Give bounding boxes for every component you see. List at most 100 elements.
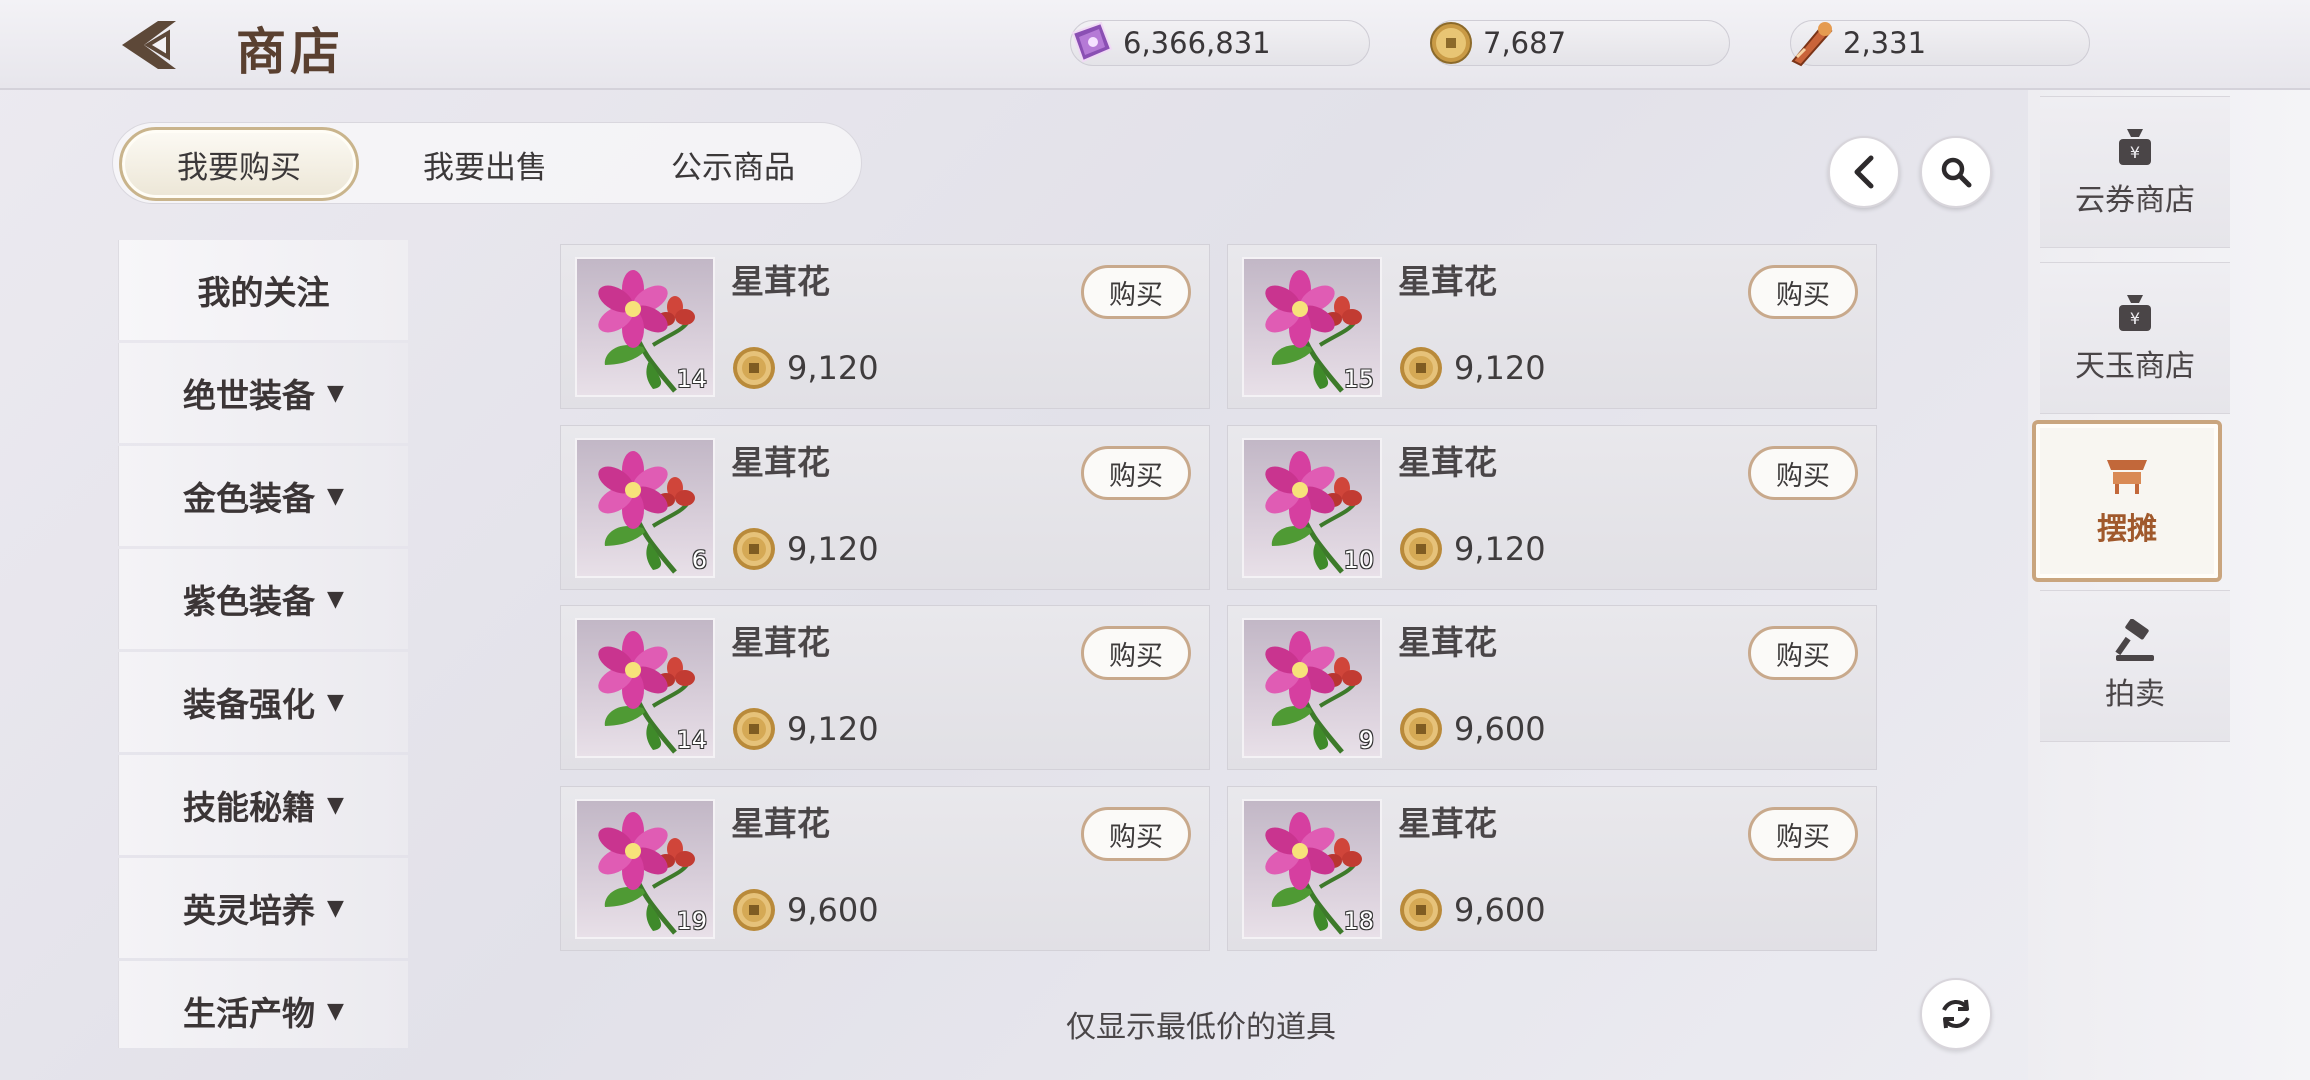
coin-icon [1400, 708, 1442, 750]
item-price: 9,120 [1398, 526, 1546, 572]
buy-button[interactable]: 购买 [1748, 265, 1858, 319]
gavel-icon [2115, 619, 2154, 661]
price-value: 9,120 [787, 710, 879, 748]
price-value: 9,120 [1454, 530, 1546, 568]
coin-icon [1400, 528, 1442, 570]
refresh-button[interactable] [1920, 978, 1992, 1050]
coin-icon [1400, 347, 1442, 389]
tab-bar: 我要购买 我要出售 公示商品 [112, 122, 862, 204]
price-value: 9,600 [787, 891, 879, 929]
chevron-down-icon: ▼ [327, 483, 344, 509]
item-quantity: 14 [676, 726, 707, 754]
item-card[interactable]: 14 星茸花 购买 9,120 [560, 244, 1210, 409]
item-name: 星茸花 [731, 262, 830, 301]
item-quantity: 14 [676, 365, 707, 393]
category-label: 装备强化 [183, 685, 316, 724]
price-value: 9,120 [1454, 349, 1546, 387]
back-arrow-icon [122, 21, 176, 69]
side-nav-stall[interactable]: 摆摊 [2032, 420, 2222, 582]
category-item[interactable]: 紫色装备 ▼ [118, 549, 408, 649]
chevron-left-icon [1854, 155, 1874, 189]
item-price: 9,600 [1398, 887, 1546, 933]
buy-button[interactable]: 购买 [1081, 446, 1191, 500]
currency-jade: 2,331 [1790, 20, 2090, 67]
item-card[interactable]: 14 星茸花 购买 9,120 [560, 605, 1210, 770]
item-name: 星茸花 [731, 443, 830, 482]
buy-button[interactable]: 购买 [1748, 626, 1858, 680]
page-title: 商店 [236, 22, 344, 81]
chevron-down-icon: ▼ [327, 689, 344, 715]
jade-icon [1783, 15, 1839, 71]
category-list: 我的关注 绝世装备 ▼ 金色装备 ▼ 紫色装备 ▼ 装备强化 ▼ 技能秘籍 ▼ … [118, 240, 408, 1048]
item-card[interactable]: 18 星茸花 购买 9,600 [1227, 786, 1877, 951]
buy-button[interactable]: 购买 [1748, 446, 1858, 500]
chevron-down-icon: ▼ [327, 586, 344, 612]
category-item[interactable]: 装备强化 ▼ [118, 652, 408, 752]
item-thumbnail: 18 [1242, 799, 1382, 939]
ticket-icon [1063, 15, 1119, 71]
category-item[interactable]: 绝世装备 ▼ [118, 343, 408, 443]
item-name: 星茸花 [1398, 443, 1497, 482]
coin-icon [1423, 15, 1479, 71]
item-thumbnail: 14 [575, 257, 715, 397]
item-card[interactable]: 19 星茸花 购买 9,600 [560, 786, 1210, 951]
item-quantity: 6 [691, 546, 707, 574]
search-button[interactable] [1920, 136, 1992, 208]
chevron-down-icon: ▼ [327, 998, 344, 1024]
item-card[interactable]: 15 星茸花 购买 9,120 [1227, 244, 1877, 409]
tab-sell[interactable]: 我要出售 [365, 127, 605, 201]
coin-icon [733, 528, 775, 570]
money-bag-icon: ¥ [2119, 295, 2151, 331]
item-card[interactable]: 6 星茸花 购买 9,120 [560, 425, 1210, 590]
side-nav-label: 拍卖 [2105, 677, 2165, 712]
side-nav-label: 摆摊 [2097, 512, 2157, 547]
buy-button[interactable]: 购买 [1748, 807, 1858, 861]
category-label: 技能秘籍 [183, 788, 316, 827]
chevron-down-icon: ▼ [327, 380, 344, 406]
item-price: 9,120 [731, 345, 879, 391]
item-name: 星茸花 [731, 804, 830, 843]
item-thumbnail: 10 [1242, 438, 1382, 578]
side-nav-jade-shop[interactable]: ¥ 天玉商店 [2040, 262, 2230, 414]
side-nav-cloud-shop[interactable]: ¥ 云券商店 [2040, 96, 2230, 248]
category-following[interactable]: 我的关注 [118, 240, 408, 340]
category-item[interactable]: 英灵培养 ▼ [118, 858, 408, 958]
buy-button[interactable]: 购买 [1081, 265, 1191, 319]
search-icon [1941, 157, 1972, 188]
currency-ticket: 6,366,831 [1070, 20, 1370, 66]
price-value: 9,600 [1454, 891, 1546, 929]
category-label: 金色装备 [183, 479, 316, 518]
currency-value: 6,366,831 [1123, 26, 1271, 60]
side-nav-auction[interactable]: 拍卖 [2040, 590, 2230, 742]
buy-button[interactable]: 购买 [1081, 626, 1191, 680]
item-quantity: 19 [676, 907, 707, 935]
chevron-down-icon: ▼ [327, 895, 344, 921]
item-quantity: 18 [1343, 907, 1374, 935]
svg-text:¥: ¥ [2130, 309, 2140, 328]
refresh-icon [1942, 999, 1970, 1029]
chevron-down-icon: ▼ [327, 792, 344, 818]
item-price: 9,120 [731, 706, 879, 752]
item-card[interactable]: 9 星茸花 购买 9,600 [1227, 605, 1877, 770]
category-item[interactable]: 金色装备 ▼ [118, 446, 408, 546]
prev-button[interactable] [1828, 136, 1900, 208]
buy-button[interactable]: 购买 [1081, 807, 1191, 861]
side-nav-label: 天玉商店 [2075, 349, 2195, 384]
coin-icon [733, 889, 775, 931]
category-item[interactable]: 技能秘籍 ▼ [118, 755, 408, 855]
item-thumbnail: 15 [1242, 257, 1382, 397]
coin-icon [1400, 889, 1442, 931]
price-value: 9,600 [1454, 710, 1546, 748]
back-button[interactable] [118, 16, 188, 74]
category-item[interactable]: 生活产物 ▼ [118, 961, 408, 1048]
item-name: 星茸花 [1398, 623, 1497, 662]
money-bag-icon: ¥ [2119, 129, 2151, 165]
svg-text:¥: ¥ [2130, 143, 2140, 162]
item-card[interactable]: 10 星茸花 购买 9,120 [1227, 425, 1877, 590]
tab-public[interactable]: 公示商品 [613, 127, 853, 201]
coin-icon [733, 347, 775, 389]
item-name: 星茸花 [731, 623, 830, 662]
price-value: 9,120 [787, 349, 879, 387]
tab-buy[interactable]: 我要购买 [119, 127, 359, 201]
item-quantity: 10 [1343, 546, 1374, 574]
